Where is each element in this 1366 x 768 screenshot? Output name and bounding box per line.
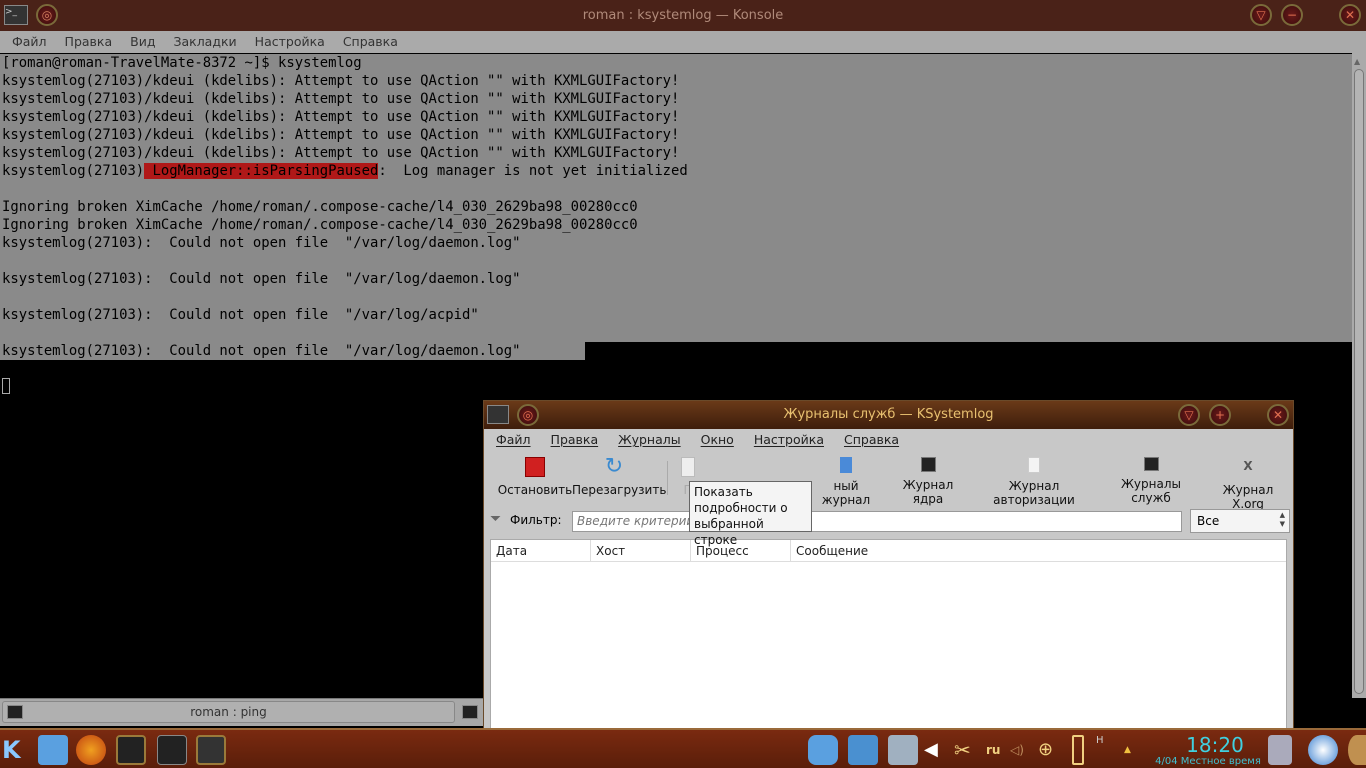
menu-settings[interactable]: Настройка (754, 429, 824, 451)
ksystemlog-menubar: Файл Правка Журналы Окно Настройка Справ… (484, 429, 1293, 451)
table-header: Дата Хост Процесс Сообщение (491, 540, 1286, 562)
auth-log-button[interactable]: Журнал авторизации (974, 457, 1094, 507)
stop-icon (525, 457, 545, 477)
new-tab-icon[interactable] (462, 705, 478, 719)
network-signal-icon[interactable]: H (1096, 735, 1110, 765)
ksystemlog-window: ◎ Журналы служб — KSystemlog ▽ + ✕ Файл … (483, 400, 1294, 730)
minimize-button[interactable]: ▽ (1250, 4, 1272, 26)
taskbar: K ◀ ✂ ru ◁) ⊕ H ▲ 18:20 4/04 Местное вре… (0, 728, 1366, 768)
ksystemlog-task-icon[interactable] (196, 735, 226, 765)
window-menu-button[interactable]: ◎ (517, 404, 539, 426)
warning-line: ksystemlog(27103) LogManager::isParsingP… (2, 163, 688, 179)
terminal-scrollbar[interactable]: ▲ (1352, 53, 1366, 698)
konsole-task-icon[interactable] (116, 735, 146, 765)
column-host[interactable]: Хост (591, 540, 691, 561)
file-manager-icon[interactable] (38, 735, 68, 765)
maximize-button[interactable]: + (1209, 404, 1231, 426)
klipper-icon[interactable]: ✂ (954, 735, 984, 765)
reload-button[interactable]: ↻ Перезагрузить (572, 454, 666, 498)
tooltip: Показать подробности о выбранной строке (689, 481, 812, 547)
konsole-menubar: Файл Правка Вид Закладки Настройка Справ… (0, 31, 1366, 53)
terminal-output: [roman@roman-TravelMate-8372 ~]$ ksystem… (2, 55, 688, 359)
menu-edit[interactable]: Правка (65, 31, 113, 53)
filter-input[interactable]: Введите критерии поиска (572, 511, 1182, 532)
usb-icon[interactable]: ⊕ (1038, 735, 1068, 765)
xorg-log-button[interactable]: X Журнал X.org (1208, 457, 1288, 511)
speaker-icon[interactable]: ◁) (1010, 735, 1040, 765)
reload-icon: ↻ (604, 454, 624, 479)
desktop-grid-icon[interactable] (848, 735, 878, 765)
menu-edit[interactable]: Правка (551, 429, 599, 451)
system-log-button[interactable]: ный журнал (810, 457, 882, 507)
document-icon (1028, 457, 1040, 473)
kde-menu-icon[interactable]: K (2, 735, 32, 765)
volume-mute-icon[interactable]: ◀ (924, 735, 954, 765)
menu-help[interactable]: Справка (844, 429, 899, 451)
ksystemlog-app-icon[interactable] (487, 405, 509, 424)
filter-bar: ⏷ Фильтр: Введите критерии поиска Все ▲ ▼ (488, 507, 1290, 535)
lock-screen-icon[interactable] (1308, 735, 1338, 765)
minimize-button[interactable]: ▽ (1178, 404, 1200, 426)
konsole-app-icon[interactable]: >_ (4, 5, 28, 25)
settings-icon[interactable] (888, 735, 918, 765)
menu-file[interactable]: Файл (496, 429, 531, 451)
clock-date[interactable]: 4/04 Местное время (1148, 756, 1268, 767)
menu-window[interactable]: Окно (701, 429, 734, 451)
system-monitor-icon[interactable] (157, 735, 187, 765)
system-log-icon (840, 457, 852, 473)
window-menu-button[interactable]: ◎ (36, 4, 58, 26)
kernel-log-icon (920, 457, 936, 472)
terminal-icon (1143, 457, 1159, 471)
menu-settings[interactable]: Настройка (255, 31, 325, 53)
battery-icon[interactable] (1072, 735, 1084, 765)
close-button[interactable]: ✕ (1339, 4, 1361, 26)
menu-help[interactable]: Справка (343, 31, 398, 53)
konsole-titlebar: >_ ◎ roman : ksystemlog — Konsole ▽ − ✕ (0, 0, 1366, 31)
close-button[interactable]: ✕ (1267, 404, 1289, 426)
column-date[interactable]: Дата (491, 540, 591, 561)
filter-column-select[interactable]: Все ▲ ▼ (1190, 509, 1290, 533)
tray-expand-icon[interactable]: ▲ (1124, 735, 1138, 765)
document-icon (681, 457, 695, 477)
tab-ping[interactable]: roman : ping (2, 701, 455, 723)
firefox-icon[interactable] (76, 735, 106, 765)
menu-file[interactable]: Файл (12, 31, 47, 53)
ksystemlog-title: Журналы служб — KSystemlog (783, 407, 994, 422)
daemons-log-button[interactable]: Журналы служб (1104, 457, 1198, 505)
ksystemlog-titlebar: ◎ Журналы служб — KSystemlog ▽ + ✕ (484, 401, 1293, 429)
menu-bookmarks[interactable]: Закладки (173, 31, 236, 53)
downloads-icon[interactable] (808, 735, 838, 765)
filter-label: Фильтр: (510, 513, 562, 527)
panel-toolbox-icon[interactable] (1348, 735, 1366, 765)
clock-time[interactable]: 18:20 (1160, 733, 1270, 757)
xorg-icon: X (1243, 459, 1253, 473)
terminal-cursor (2, 378, 10, 394)
log-table[interactable]: Дата Хост Процесс Сообщение (490, 539, 1287, 729)
konsole-title: roman : ksystemlog — Konsole (582, 8, 784, 23)
scrollbar-handle[interactable] (1354, 69, 1364, 694)
toolbar-separator (667, 461, 668, 495)
column-message[interactable]: Сообщение (791, 540, 1286, 561)
maximize-button[interactable]: − (1281, 4, 1303, 26)
menu-logs[interactable]: Журналы (618, 429, 681, 451)
konsole-tabbar: roman : ping (0, 698, 483, 726)
filter-icon: ⏷ (490, 511, 502, 527)
stop-button[interactable]: Остановить (492, 457, 578, 497)
terminal-icon (7, 705, 23, 719)
trash-icon[interactable] (1268, 735, 1292, 765)
kernel-log-button[interactable]: Журнал ядра (888, 457, 968, 506)
menu-view[interactable]: Вид (130, 31, 155, 53)
spin-arrows-icon: ▲ ▼ (1279, 511, 1285, 528)
